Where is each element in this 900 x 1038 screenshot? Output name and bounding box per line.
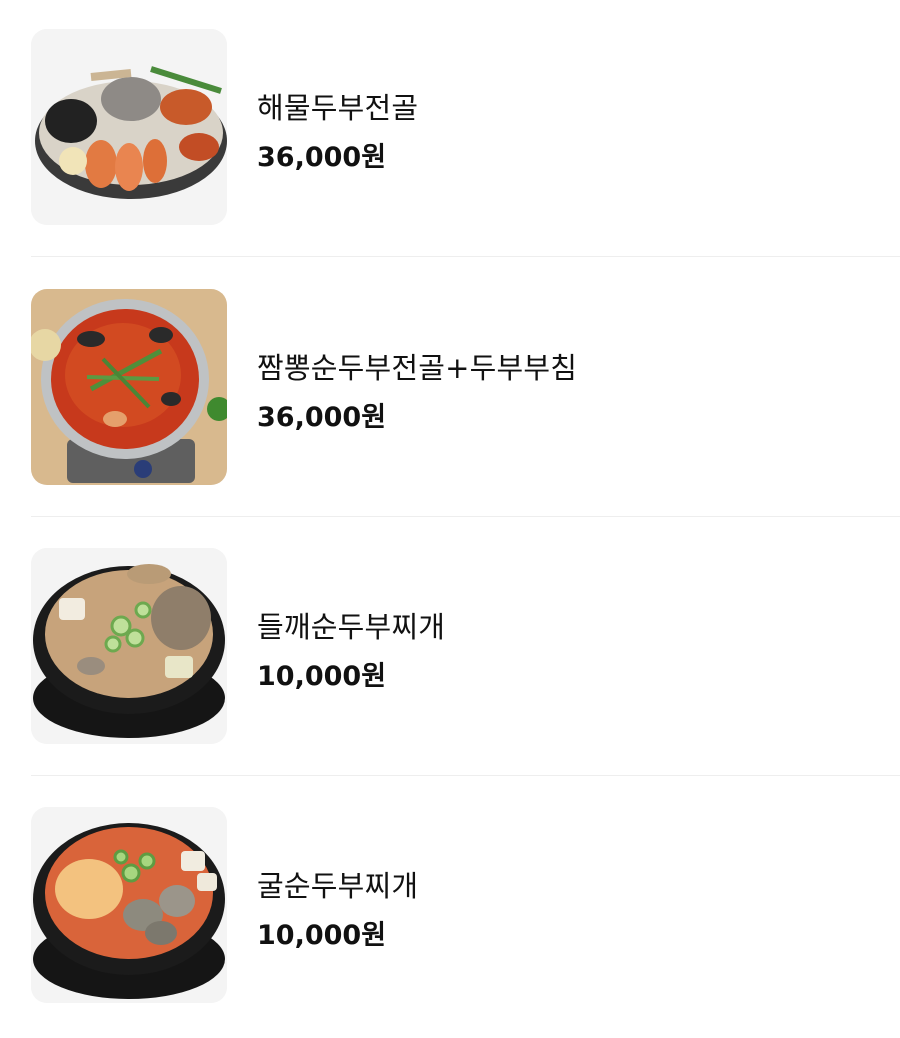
menu-item-photo — [31, 807, 227, 1003]
menu-item-photo — [31, 29, 227, 225]
menu-item-price: 10,000원 — [257, 920, 387, 951]
menu-item-price: 36,000원 — [257, 142, 387, 173]
menu-item-name: 들깨순두부찌개 — [257, 610, 446, 644]
menu-item-name: 굴순두부찌개 — [257, 869, 419, 903]
menu-item[interactable]: 짬뽕순두부전골+두부부침 36,000원 — [0, 260, 900, 520]
menu-item-photo — [31, 548, 227, 744]
menu-item-name: 해물두부전골 — [257, 91, 419, 125]
menu-item[interactable]: 해물두부전골 36,000원 — [0, 0, 900, 260]
menu-item[interactable]: 굴순두부찌개 10,000원 — [0, 778, 900, 1038]
divider — [31, 516, 900, 517]
menu-item-price: 36,000원 — [257, 402, 387, 433]
menu-list: 해물두부전골 36,000원 짬뽕순두부전골+두부부침 36,000원 들깨순두… — [0, 0, 900, 1017]
menu-item-name: 짬뽕순두부전골+두부부침 — [257, 351, 578, 385]
menu-item-price: 10,000원 — [257, 661, 387, 692]
divider — [31, 256, 900, 257]
menu-item-photo — [31, 289, 227, 485]
menu-item[interactable]: 들깨순두부찌개 10,000원 — [0, 519, 900, 779]
divider — [31, 775, 900, 776]
